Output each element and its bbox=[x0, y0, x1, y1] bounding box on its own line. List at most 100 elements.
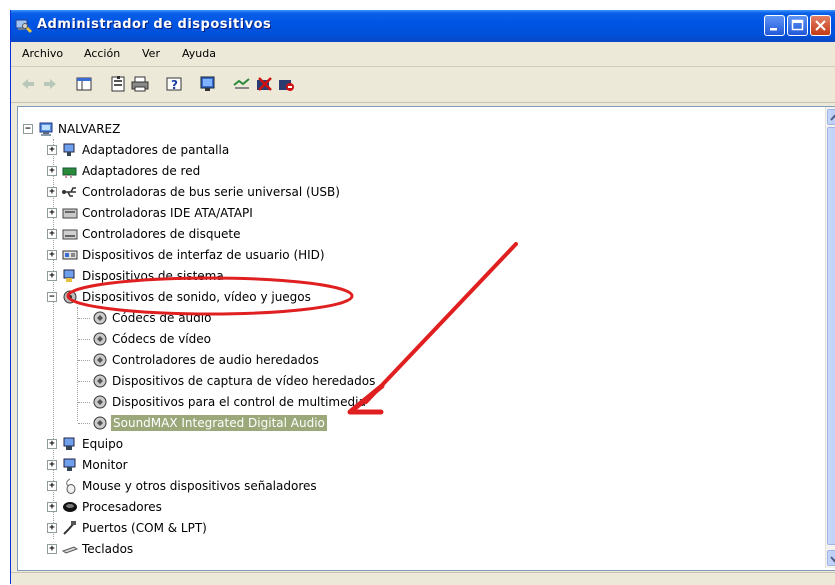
root-collapse-toggle[interactable]: − bbox=[23, 124, 33, 134]
tree-item-hid[interactable]: Dispositivos de interfaz de usuario (HID… bbox=[82, 247, 325, 263]
expand-toggle[interactable]: + bbox=[47, 460, 57, 470]
computer-icon bbox=[62, 436, 78, 452]
expand-toggle[interactable]: + bbox=[47, 544, 57, 554]
tree-branch-line bbox=[78, 318, 90, 319]
scan-hardware-icon bbox=[200, 76, 215, 91]
print-icon bbox=[131, 76, 149, 92]
help-button[interactable]: ? bbox=[165, 75, 183, 93]
maximize-icon bbox=[791, 19, 804, 31]
properties-icon bbox=[111, 76, 125, 92]
properties-button[interactable] bbox=[109, 75, 127, 93]
back-arrow-icon bbox=[22, 79, 34, 89]
ide-controller-icon bbox=[62, 205, 78, 221]
scan-hardware-button[interactable] bbox=[199, 75, 217, 93]
device-manager-app-icon bbox=[15, 18, 33, 34]
svg-text:?: ? bbox=[171, 78, 178, 92]
root-node-label[interactable]: NALVAREZ bbox=[58, 121, 120, 137]
forward-button[interactable] bbox=[41, 75, 59, 93]
uninstall-button[interactable] bbox=[255, 75, 273, 93]
tree-item-ide[interactable]: Controladoras IDE ATA/ATAPI bbox=[82, 205, 253, 221]
toolbar: ? bbox=[11, 67, 835, 103]
console-tree-button[interactable] bbox=[75, 75, 93, 93]
expand-toggle[interactable]: + bbox=[47, 208, 57, 218]
tree-branch-line bbox=[78, 381, 90, 382]
disable-button[interactable] bbox=[277, 75, 295, 93]
tree-item-teclados[interactable]: Teclados bbox=[82, 541, 133, 557]
menu-archivo[interactable]: Archivo bbox=[22, 47, 63, 60]
chevron-up-icon bbox=[830, 114, 835, 121]
processor-icon bbox=[62, 499, 78, 515]
tree-item-usb[interactable]: Controladoras de bus serie universal (US… bbox=[82, 184, 340, 200]
expand-toggle[interactable]: + bbox=[47, 166, 57, 176]
vertical-scrollbar[interactable] bbox=[825, 107, 835, 568]
expand-toggle[interactable]: + bbox=[47, 250, 57, 260]
collapse-toggle[interactable]: − bbox=[47, 292, 57, 302]
menu-ayuda[interactable]: Ayuda bbox=[182, 47, 216, 60]
mouse-icon bbox=[62, 478, 78, 494]
multimedia-control-icon bbox=[92, 394, 108, 410]
chevron-down-icon bbox=[830, 556, 835, 563]
tree-item-puertos[interactable]: Puertos (COM & LPT) bbox=[82, 520, 207, 536]
display-adapter-icon bbox=[62, 142, 78, 158]
usb-icon bbox=[62, 184, 78, 200]
tree-item-monitor[interactable]: Monitor bbox=[82, 457, 128, 473]
device-tree[interactable]: − NALVAREZ + Adaptadores de pantalla + A… bbox=[17, 106, 835, 571]
floppy-controller-icon bbox=[62, 226, 78, 242]
tree-item-sistema[interactable]: Dispositivos de sistema bbox=[82, 268, 224, 284]
computer-root-icon bbox=[39, 121, 55, 137]
title-bar[interactable]: Administrador de dispositivos bbox=[11, 10, 835, 42]
monitor-icon bbox=[62, 457, 78, 473]
tree-item-sonido-video-juegos[interactable]: Dispositivos de sonido, vídeo y juegos bbox=[82, 289, 311, 305]
update-driver-icon bbox=[233, 78, 250, 89]
video-capture-icon bbox=[92, 373, 108, 389]
tree-child-codecs-video[interactable]: Códecs de vídeo bbox=[112, 331, 211, 347]
tree-item-mouse[interactable]: Mouse y otros dispositivos señaladores bbox=[82, 478, 317, 494]
menu-accion[interactable]: Acción bbox=[84, 47, 120, 60]
maximize-button[interactable] bbox=[787, 15, 808, 36]
scroll-thumb[interactable] bbox=[827, 127, 835, 545]
tree-child-codecs-audio[interactable]: Códecs de audio bbox=[112, 310, 211, 326]
expand-toggle[interactable]: + bbox=[47, 523, 57, 533]
video-codec-icon bbox=[92, 331, 108, 347]
tree-item-equipo[interactable]: Equipo bbox=[82, 436, 123, 452]
expand-toggle[interactable]: + bbox=[47, 229, 57, 239]
expand-toggle[interactable]: + bbox=[47, 271, 57, 281]
expand-toggle[interactable]: + bbox=[47, 481, 57, 491]
tree-child-control-multimedia[interactable]: Dispositivos para el control de multimed… bbox=[112, 394, 366, 410]
forward-arrow-icon bbox=[44, 79, 56, 89]
tree-child-soundmax-selected[interactable]: SoundMAX Integrated Digital Audio bbox=[111, 415, 327, 431]
tree-item-procesadores[interactable]: Procesadores bbox=[82, 499, 162, 515]
tree-branch-line bbox=[78, 423, 90, 424]
expand-toggle[interactable]: + bbox=[47, 145, 57, 155]
menu-bar: Archivo Acción Ver Ayuda bbox=[11, 42, 835, 67]
scroll-down-button[interactable] bbox=[827, 550, 835, 566]
scroll-up-button[interactable] bbox=[827, 109, 835, 125]
tree-item-adaptadores-pantalla[interactable]: Adaptadores de pantalla bbox=[82, 142, 229, 158]
tree-branch-line bbox=[78, 402, 90, 403]
hid-icon bbox=[62, 247, 78, 263]
disable-icon bbox=[279, 80, 294, 91]
update-driver-button[interactable] bbox=[233, 75, 251, 93]
expand-toggle[interactable]: + bbox=[47, 502, 57, 512]
tree-branch-line bbox=[78, 360, 90, 361]
audio-codec-icon bbox=[92, 310, 108, 326]
print-button[interactable] bbox=[131, 75, 149, 93]
expand-toggle[interactable]: + bbox=[47, 439, 57, 449]
tree-child-audio-heredados[interactable]: Controladores de audio heredados bbox=[112, 352, 319, 368]
tree-item-disquete[interactable]: Controladores de disquete bbox=[82, 226, 241, 242]
tree-item-adaptadores-red[interactable]: Adaptadores de red bbox=[82, 163, 200, 179]
minimize-button[interactable] bbox=[764, 15, 785, 36]
uninstall-icon bbox=[257, 77, 272, 91]
close-button[interactable] bbox=[810, 15, 831, 36]
expand-toggle[interactable]: + bbox=[47, 187, 57, 197]
back-button[interactable] bbox=[19, 75, 37, 93]
tree-branch-line bbox=[78, 339, 90, 340]
legacy-audio-driver-icon bbox=[92, 352, 108, 368]
keyboard-icon bbox=[61, 541, 79, 557]
network-adapter-icon bbox=[62, 163, 78, 179]
help-icon: ? bbox=[166, 77, 182, 92]
menu-ver[interactable]: Ver bbox=[142, 47, 160, 60]
status-bar bbox=[11, 572, 835, 585]
soundmax-icon bbox=[92, 415, 108, 431]
tree-child-captura-video[interactable]: Dispositivos de captura de vídeo heredad… bbox=[112, 373, 375, 389]
